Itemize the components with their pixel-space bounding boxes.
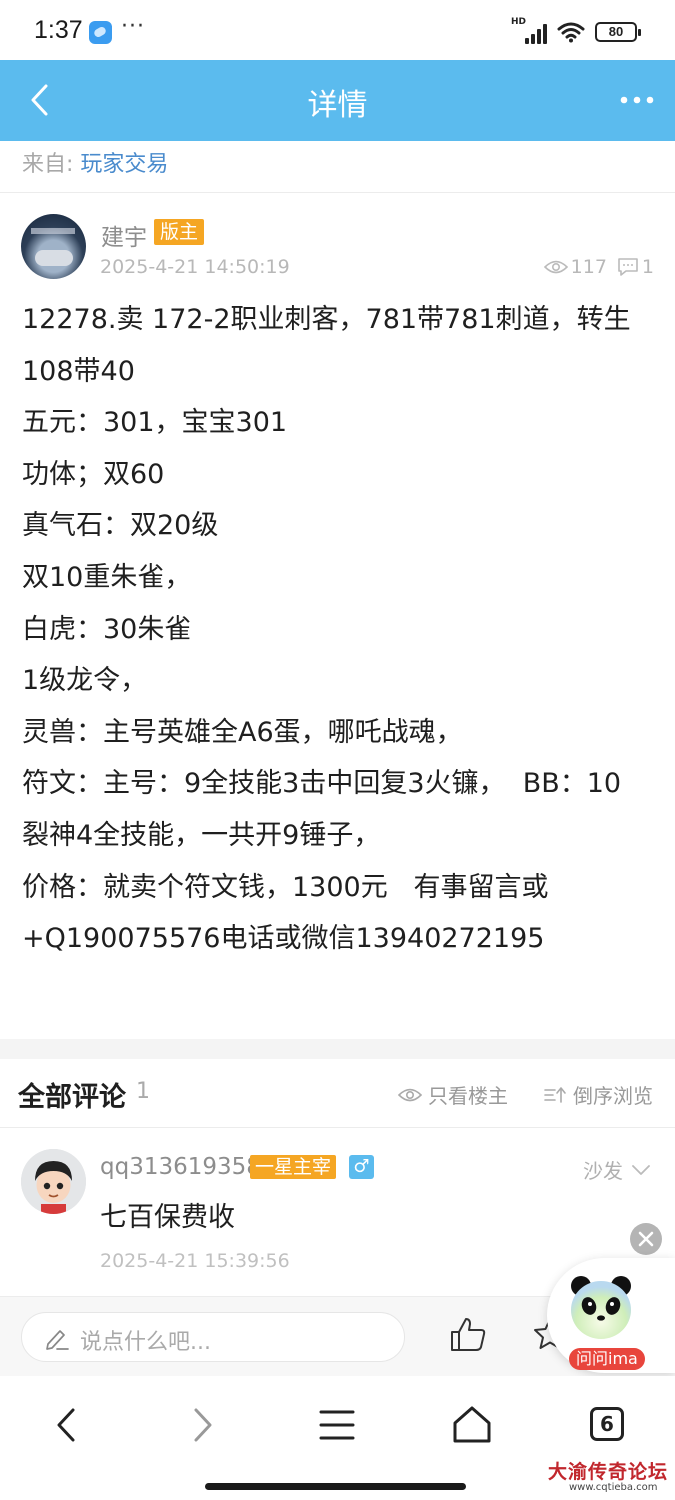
status-indicators: HD 80 <box>511 17 641 44</box>
status-time: 1:37 <box>34 16 83 44</box>
watermark-logo: 大渝传奇论坛 <box>548 1461 669 1483</box>
watermark-url: www.cqtieba.com <box>569 1482 658 1493</box>
floor-label[interactable]: 沙发 <box>583 1155 651 1184</box>
status-overflow: ··· <box>121 14 145 39</box>
eye-icon <box>543 260 568 274</box>
post-line: 五元：301，宝宝301 <box>22 407 288 439</box>
only-op-button[interactable]: 只看楼主 <box>398 1080 508 1109</box>
post-line: 灵兽：主号英雄全A6蛋，哪吒战魂， <box>22 716 463 748</box>
male-gender-icon: ♂ <box>349 1155 374 1179</box>
source-forum: 来自: 玩家交易 <box>22 146 168 178</box>
thumbs-up-icon[interactable] <box>448 1315 488 1355</box>
divider <box>0 192 675 193</box>
comments-header: 全部评论 1 只看楼主 倒序浏览 <box>0 1059 675 1127</box>
commenter-name[interactable]: qq313619358 <box>100 1154 261 1180</box>
source-forum-link[interactable]: 玩家交易 <box>80 152 168 177</box>
comment-icon <box>618 258 638 276</box>
reply-count: 1 <box>617 256 654 278</box>
post-line: 符文：主号：9全技能3击中回复3火镰， BB：10 <box>22 768 622 800</box>
post-line: 白虎：30朱雀 <box>22 613 192 645</box>
author-avatar[interactable] <box>21 214 86 279</box>
home-indicator[interactable] <box>205 1483 466 1490</box>
sort-icon <box>544 1086 566 1103</box>
post-line: 裂神4全技能，一共开9锤子， <box>22 819 381 851</box>
post-line: 功体；双60 <box>22 458 165 490</box>
page-title: 详情 <box>307 88 368 123</box>
wifi-icon <box>557 22 585 43</box>
comment-text: 七百保费收 <box>100 1202 235 1233</box>
post-line: +Q190075576电话或微信13940272195 <box>22 923 545 955</box>
comment-input[interactable]: 说点什么吧... <box>21 1312 405 1362</box>
comments-title: 全部评论 <box>18 1082 126 1113</box>
panda-icon <box>571 1276 631 1339</box>
close-widget-button[interactable] <box>630 1223 662 1255</box>
input-placeholder: 说点什么吧... <box>80 1330 211 1355</box>
post-line: 价格：就卖个符文钱，1300元 有事留言或 <box>22 871 549 903</box>
ima-label: 问问ima <box>569 1348 645 1370</box>
post-line: 12278.卖 172-2职业刺客，781带781刺道，转生 <box>22 304 631 335</box>
post-line: 1级龙令， <box>22 665 148 697</box>
status-bar: 1:37 ··· HD 80 <box>0 0 675 60</box>
cartoon-boy-icon <box>21 1149 86 1214</box>
rank-badge: 一星主宰 <box>250 1155 337 1179</box>
menu-icon[interactable] <box>312 1400 362 1450</box>
battery-icon: 80 <box>595 22 641 42</box>
view-count: 117 <box>543 256 607 278</box>
comment-time: 2025-4-21 15:39:56 <box>100 1250 290 1272</box>
close-icon <box>638 1231 654 1247</box>
post-stats: 117 1 <box>543 256 654 278</box>
more-dots-icon[interactable] <box>619 88 655 112</box>
post-line: 真气石：双20级 <box>22 510 219 542</box>
pen-icon <box>46 1330 69 1350</box>
app-notification-icon <box>89 21 112 44</box>
eye-icon <box>398 1088 422 1101</box>
reverse-order-button[interactable]: 倒序浏览 <box>543 1080 653 1109</box>
post-time: 2025-4-21 14:50:19 <box>100 256 290 278</box>
back-arrow-icon[interactable] <box>42 1400 92 1450</box>
app-header: 详情 <box>0 60 675 141</box>
section-separator <box>0 1039 675 1059</box>
tabs-button[interactable]: 6 <box>590 1407 624 1441</box>
post-line: 108带40 <box>22 355 135 387</box>
ima-assistant-widget[interactable]: 问问ima <box>547 1258 675 1373</box>
chevron-down-icon <box>632 1164 650 1175</box>
comments-count: 1 <box>136 1079 150 1104</box>
home-icon[interactable] <box>447 1400 497 1450</box>
commenter-avatar[interactable] <box>21 1149 86 1214</box>
post-body: 12278.卖 172-2职业刺客，781带781刺道，转生 108带40 五元… <box>22 294 652 965</box>
moderator-badge: 版主 <box>154 219 205 245</box>
signal-icon: HD <box>511 17 547 44</box>
source-prefix: 来自: <box>22 152 81 177</box>
post-line: 双10重朱雀， <box>22 561 192 593</box>
forward-arrow-icon[interactable] <box>177 1400 227 1450</box>
author-name[interactable]: 建宇 <box>101 218 147 252</box>
